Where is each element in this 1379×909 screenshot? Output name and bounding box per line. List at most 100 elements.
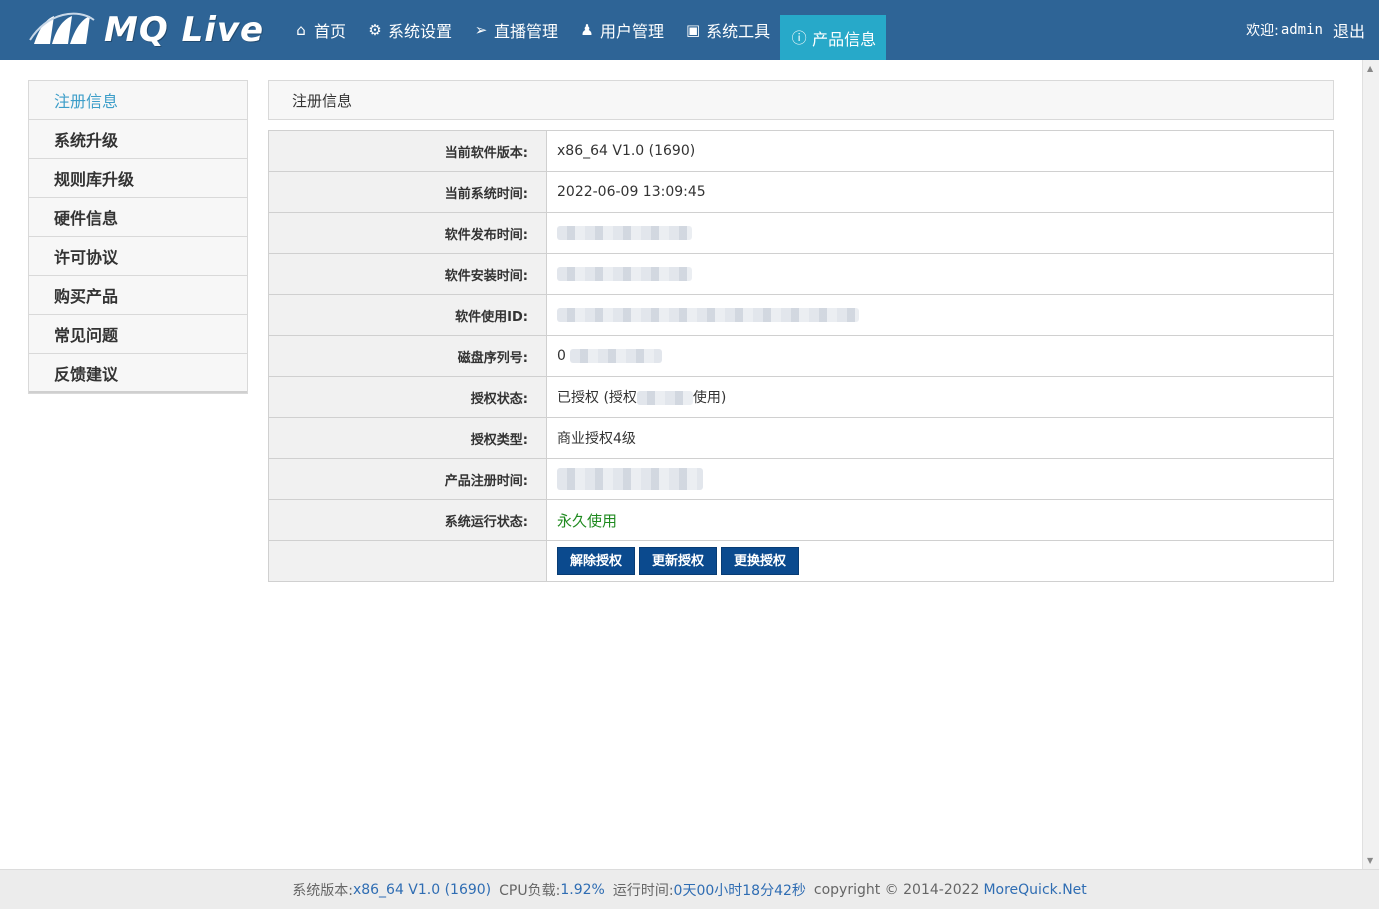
- registration-info-table: 当前软件版本: x86_64 V1.0 (1690) 当前系统时间: 2022-…: [268, 130, 1334, 582]
- row-label: 软件使用ID:: [268, 294, 547, 336]
- footer-uptime-label: 运行时间:: [612, 882, 674, 899]
- table-row: 系统运行状态: 永久使用: [268, 499, 1334, 541]
- main-nav: ⌂ 首页 ⚙ 系统设置 ➢ 直播管理 ♟ 用户管理 ▣ 系统工具 ⓘ 产品信息: [282, 0, 887, 60]
- footer-version-label: 系统版本:: [292, 882, 353, 899]
- row-value: 商业授权4级: [546, 417, 1334, 459]
- top-navigation-bar: MQ Live ⌂ 首页 ⚙ 系统设置 ➢ 直播管理 ♟ 用户管理 ▣ 系统工具…: [0, 0, 1379, 60]
- sidebar-item-label: 购买产品: [54, 287, 119, 306]
- revoke-license-button[interactable]: 解除授权: [557, 547, 636, 575]
- vertical-scrollbar[interactable]: ▲ ▼: [1362, 60, 1379, 869]
- run-status-value: 永久使用: [557, 511, 618, 530]
- sidebar-item-label: 许可协议: [54, 248, 119, 267]
- nav-label: 直播管理: [494, 22, 559, 41]
- disk-serial-prefix: 0: [557, 348, 566, 364]
- row-value: 2022-06-09 13:09:45: [546, 171, 1334, 213]
- sidebar-item-system-upgrade[interactable]: 系统升级: [29, 120, 247, 159]
- nav-system-settings[interactable]: ⚙ 系统设置: [356, 0, 462, 60]
- sidebar-item-label: 系统升级: [54, 131, 119, 150]
- row-value: 已授权 (授权 使用): [546, 376, 1334, 418]
- row-label: 磁盘序列号:: [268, 335, 547, 377]
- footer-status-bar: 系统版本: x86_64 V1.0 (1690) CPU负载: 1.92% 运行…: [0, 869, 1379, 909]
- nav-system-tools[interactable]: ▣ 系统工具: [674, 0, 780, 60]
- row-label: 软件发布时间:: [268, 212, 547, 254]
- replace-license-button[interactable]: 更换授权: [721, 547, 800, 575]
- info-circle-icon: ⓘ: [791, 29, 807, 47]
- footer-version-value: x86_64 V1.0 (1690): [352, 881, 492, 898]
- footer-copyright: copyright © 2014-2022: [813, 881, 980, 898]
- table-row: 软件发布时间:: [268, 212, 1334, 254]
- welcome-label: 欢迎:: [1246, 23, 1279, 39]
- scroll-up-arrow-icon[interactable]: ▲: [1367, 64, 1373, 73]
- toolbox-icon: ▣: [685, 21, 701, 39]
- redacted-value: [557, 308, 859, 322]
- auth-status-suffix: 使用): [692, 390, 727, 406]
- table-row: 软件安装时间:: [268, 253, 1334, 295]
- sidebar-item-buy-product[interactable]: 购买产品: [29, 276, 247, 315]
- row-label: 当前软件版本:: [268, 130, 547, 172]
- nav-label: 系统设置: [388, 22, 453, 41]
- sidebar-item-faq[interactable]: 常见问题: [29, 315, 247, 354]
- table-row: 软件使用ID:: [268, 294, 1334, 336]
- row-value-redacted: [546, 458, 1334, 500]
- footer-site-link[interactable]: MoreQuick.Net: [983, 882, 1086, 898]
- row-value-redacted: [546, 253, 1334, 295]
- home-icon: ⌂: [296, 21, 306, 39]
- logo[interactable]: MQ Live: [0, 0, 270, 60]
- sidebar-item-label: 注册信息: [54, 92, 119, 111]
- redacted-value: [557, 468, 703, 490]
- nav-label: 产品信息: [812, 29, 877, 49]
- nav-user-management[interactable]: ♟ 用户管理: [568, 0, 674, 60]
- row-label: 授权状态:: [268, 376, 547, 418]
- sidebar-item-feedback[interactable]: 反馈建议: [29, 354, 247, 393]
- row-label: 软件安装时间:: [268, 253, 547, 295]
- footer-cpu-label: CPU负载:: [499, 882, 561, 899]
- table-row: 磁盘序列号: 0: [268, 335, 1334, 377]
- row-value: 0: [546, 335, 1334, 377]
- table-row: 当前软件版本: x86_64 V1.0 (1690): [268, 130, 1334, 172]
- table-row: 授权状态: 已授权 (授权 使用): [268, 376, 1334, 418]
- panel-title: 注册信息: [268, 80, 1334, 120]
- nav-label: 用户管理: [600, 22, 665, 41]
- redacted-value: [557, 267, 692, 281]
- sidebar-item-hardware-info[interactable]: 硬件信息: [29, 198, 247, 237]
- action-buttons: 解除授权 更新授权 更换授权: [546, 540, 1334, 582]
- table-row: 产品注册时间:: [268, 458, 1334, 500]
- sidebar-item-license-agreement[interactable]: 许可协议: [29, 237, 247, 276]
- row-value-redacted: [546, 294, 1334, 336]
- sidebar-item-rules-upgrade[interactable]: 规则库升级: [29, 159, 247, 198]
- update-license-button[interactable]: 更新授权: [639, 547, 718, 575]
- nav-live-management[interactable]: ➢ 直播管理: [462, 0, 568, 60]
- table-row-actions: 解除授权 更新授权 更换授权: [268, 540, 1334, 582]
- user-icon: ♟: [580, 21, 594, 39]
- row-value: x86_64 V1.0 (1690): [546, 130, 1334, 172]
- sidebar-menu: 注册信息 系统升级 规则库升级 硬件信息 许可协议 购买产品 常见问题 反馈建议: [28, 80, 248, 394]
- sidebar-item-label: 硬件信息: [54, 209, 119, 228]
- nav-product-info[interactable]: ⓘ 产品信息: [780, 15, 887, 60]
- row-value: 永久使用: [546, 499, 1334, 541]
- footer-uptime-value: 0天00小时18分42秒: [673, 882, 806, 899]
- row-label: 当前系统时间:: [268, 171, 547, 213]
- welcome-area: 欢迎: admin 退出: [1246, 0, 1365, 60]
- row-label: 系统运行状态:: [268, 499, 547, 541]
- table-row: 授权类型: 商业授权4级: [268, 417, 1334, 459]
- username: admin: [1280, 22, 1323, 38]
- table-row: 当前系统时间: 2022-06-09 13:09:45: [268, 171, 1334, 213]
- nav-label: 系统工具: [706, 22, 771, 41]
- sidebar-item-registration-info[interactable]: 注册信息: [29, 81, 247, 120]
- row-label: 授权类型:: [268, 417, 547, 459]
- logout-link[interactable]: 退出: [1333, 18, 1365, 42]
- paper-plane-icon: ➢: [474, 21, 488, 39]
- row-label-empty: [268, 540, 547, 582]
- nav-home[interactable]: ⌂ 首页: [282, 0, 356, 60]
- nav-label: 首页: [314, 22, 347, 41]
- sidebar-item-label: 规则库升级: [54, 170, 135, 189]
- auth-status-prefix: 已授权 (授权: [557, 390, 637, 406]
- redacted-value: [636, 391, 693, 405]
- footer-cpu-value: 1.92%: [560, 881, 605, 898]
- redacted-value: [557, 226, 692, 240]
- redacted-value: [570, 349, 663, 363]
- scroll-down-arrow-icon[interactable]: ▼: [1367, 856, 1373, 865]
- row-label: 产品注册时间:: [268, 458, 547, 500]
- sidebar-item-label: 常见问题: [54, 326, 119, 345]
- logo-text: MQ Live: [104, 10, 265, 50]
